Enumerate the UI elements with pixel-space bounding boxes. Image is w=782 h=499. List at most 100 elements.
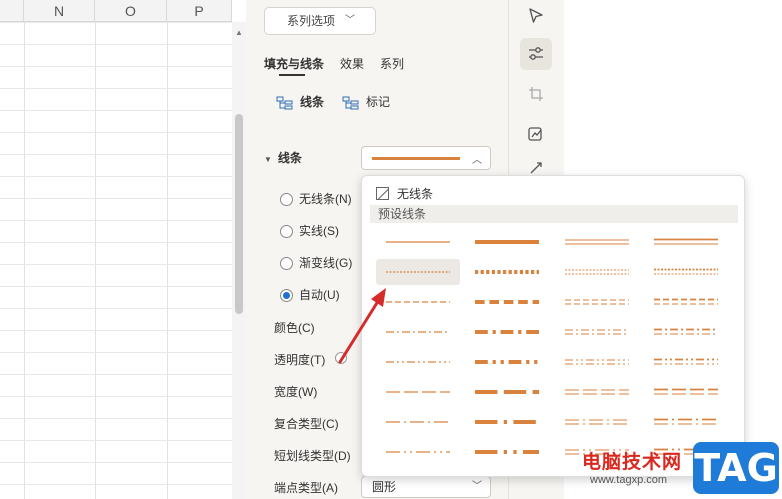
line-style-select[interactable]: ︿ bbox=[361, 146, 491, 170]
subtab-line[interactable]: 线条 bbox=[276, 92, 324, 112]
preset-line-option[interactable] bbox=[555, 319, 639, 345]
line-sample bbox=[475, 270, 539, 274]
radio-circle[interactable] bbox=[280, 225, 293, 239]
preset-line-option[interactable] bbox=[555, 349, 639, 375]
subtab-marker-label: 标记 bbox=[366, 95, 391, 109]
line-sample bbox=[565, 269, 629, 275]
preset-line-option[interactable] bbox=[555, 259, 639, 285]
preset-line-option[interactable] bbox=[376, 409, 460, 435]
line-sample bbox=[475, 450, 539, 454]
tab-series[interactable]: 系列 bbox=[380, 55, 404, 72]
grid-line bbox=[0, 220, 232, 221]
preset-line-option[interactable] bbox=[465, 289, 549, 315]
line-sample bbox=[565, 419, 629, 425]
line-section-title: 线条 bbox=[277, 151, 302, 165]
preset-line-option[interactable] bbox=[376, 319, 460, 345]
color-label: 颜色(C) bbox=[274, 321, 315, 335]
column-header-m[interactable] bbox=[0, 0, 24, 22]
preset-line-option[interactable] bbox=[644, 259, 728, 285]
line-sample bbox=[386, 241, 450, 243]
preset-line-option[interactable] bbox=[376, 259, 460, 285]
scroll-up-icon[interactable]: ▲ bbox=[232, 28, 246, 37]
line-section-header[interactable]: ▼ 线条 bbox=[264, 149, 302, 166]
transparency-label: 透明度(T) bbox=[274, 353, 326, 367]
preset-line-option[interactable] bbox=[555, 289, 639, 315]
line-sample bbox=[654, 298, 718, 305]
column-header-o[interactable]: O bbox=[95, 0, 167, 22]
preset-line-option[interactable] bbox=[376, 379, 460, 405]
line-tree-icon bbox=[276, 96, 294, 110]
grid-line bbox=[0, 88, 232, 89]
preset-line-option[interactable] bbox=[644, 379, 728, 405]
grid-line bbox=[0, 66, 232, 67]
line-sample bbox=[654, 388, 718, 395]
grid-line bbox=[0, 462, 232, 463]
preset-line-option[interactable] bbox=[465, 379, 549, 405]
width-label: 宽度(W) bbox=[274, 385, 318, 399]
tab-effect[interactable]: 效果 bbox=[340, 55, 364, 72]
select-pointer-button[interactable] bbox=[520, 0, 552, 32]
preset-line-option[interactable] bbox=[465, 319, 549, 345]
preset-line-option[interactable] bbox=[644, 409, 728, 435]
grid-line bbox=[167, 22, 168, 499]
preset-line-option[interactable] bbox=[376, 289, 460, 315]
series-options-dropdown[interactable]: 系列选项 ﹀ bbox=[264, 7, 376, 35]
marker-tree-icon bbox=[342, 96, 360, 110]
compound-type-label: 复合类型(C) bbox=[274, 417, 339, 431]
series-options-label: 系列选项 bbox=[287, 14, 336, 28]
radio-no-line[interactable]: 无线条(N) bbox=[280, 189, 352, 209]
active-tab-underline bbox=[279, 74, 305, 76]
cap-type-select[interactable]: 圆形 ﹀ bbox=[361, 476, 491, 498]
spreadsheet-grid[interactable]: N O P bbox=[0, 0, 232, 499]
scroll-thumb[interactable] bbox=[235, 114, 243, 314]
preset-line-option[interactable] bbox=[465, 229, 549, 255]
preset-line-option[interactable] bbox=[465, 259, 549, 285]
subtab-marker[interactable]: 标记 bbox=[342, 92, 390, 112]
line-sample bbox=[386, 451, 450, 453]
preset-line-option[interactable] bbox=[555, 409, 639, 435]
crop-button[interactable] bbox=[520, 78, 552, 110]
grid-line bbox=[95, 22, 96, 499]
preset-line-option[interactable] bbox=[376, 439, 460, 465]
radio-no-line-label: 无线条(N) bbox=[299, 192, 352, 206]
radio-auto[interactable]: 自动(U) bbox=[280, 285, 340, 305]
preset-line-option[interactable] bbox=[555, 379, 639, 405]
preset-line-option[interactable] bbox=[465, 439, 549, 465]
chevron-up-icon: ︿ bbox=[472, 155, 482, 166]
grid-line bbox=[0, 308, 232, 309]
radio-circle-selected[interactable] bbox=[280, 289, 293, 303]
line-sample bbox=[654, 238, 718, 245]
grid-line bbox=[24, 22, 25, 499]
tab-fill-and-line[interactable]: 填充与线条 bbox=[264, 55, 324, 72]
radio-circle[interactable] bbox=[280, 193, 293, 207]
radio-circle[interactable] bbox=[280, 257, 293, 271]
vertical-scrollbar[interactable]: ▲ bbox=[232, 22, 246, 499]
preset-line-option[interactable] bbox=[555, 229, 639, 255]
grid-line bbox=[0, 198, 232, 199]
grid-line bbox=[0, 176, 232, 177]
grid-line bbox=[0, 440, 232, 441]
preset-line-option[interactable] bbox=[465, 409, 549, 435]
preset-line-option[interactable] bbox=[376, 229, 460, 255]
preset-line-option[interactable] bbox=[376, 349, 460, 375]
line-sample bbox=[654, 358, 718, 365]
preset-line-option[interactable] bbox=[465, 349, 549, 375]
column-header-p[interactable]: P bbox=[167, 0, 232, 22]
transparency-slider-knob[interactable] bbox=[335, 352, 347, 364]
line-sample bbox=[386, 361, 450, 363]
chart-style-button[interactable] bbox=[520, 118, 552, 150]
preset-line-grid bbox=[362, 176, 746, 478]
dash-type-label: 短划线类型(D) bbox=[274, 449, 351, 463]
preset-line-option[interactable] bbox=[644, 319, 728, 345]
line-sample bbox=[386, 331, 450, 333]
chevron-down-icon: ﹀ bbox=[345, 15, 355, 26]
collapse-triangle-icon: ▼ bbox=[264, 155, 272, 164]
preset-line-option[interactable] bbox=[644, 349, 728, 375]
line-sample bbox=[386, 301, 450, 303]
column-header-n[interactable]: N bbox=[24, 0, 95, 22]
radio-solid-line[interactable]: 实线(S) bbox=[280, 221, 339, 241]
preset-line-option[interactable] bbox=[644, 289, 728, 315]
preset-line-option[interactable] bbox=[644, 229, 728, 255]
radio-gradient-line[interactable]: 渐变线(G) bbox=[280, 253, 352, 273]
properties-settings-button[interactable] bbox=[520, 38, 552, 70]
